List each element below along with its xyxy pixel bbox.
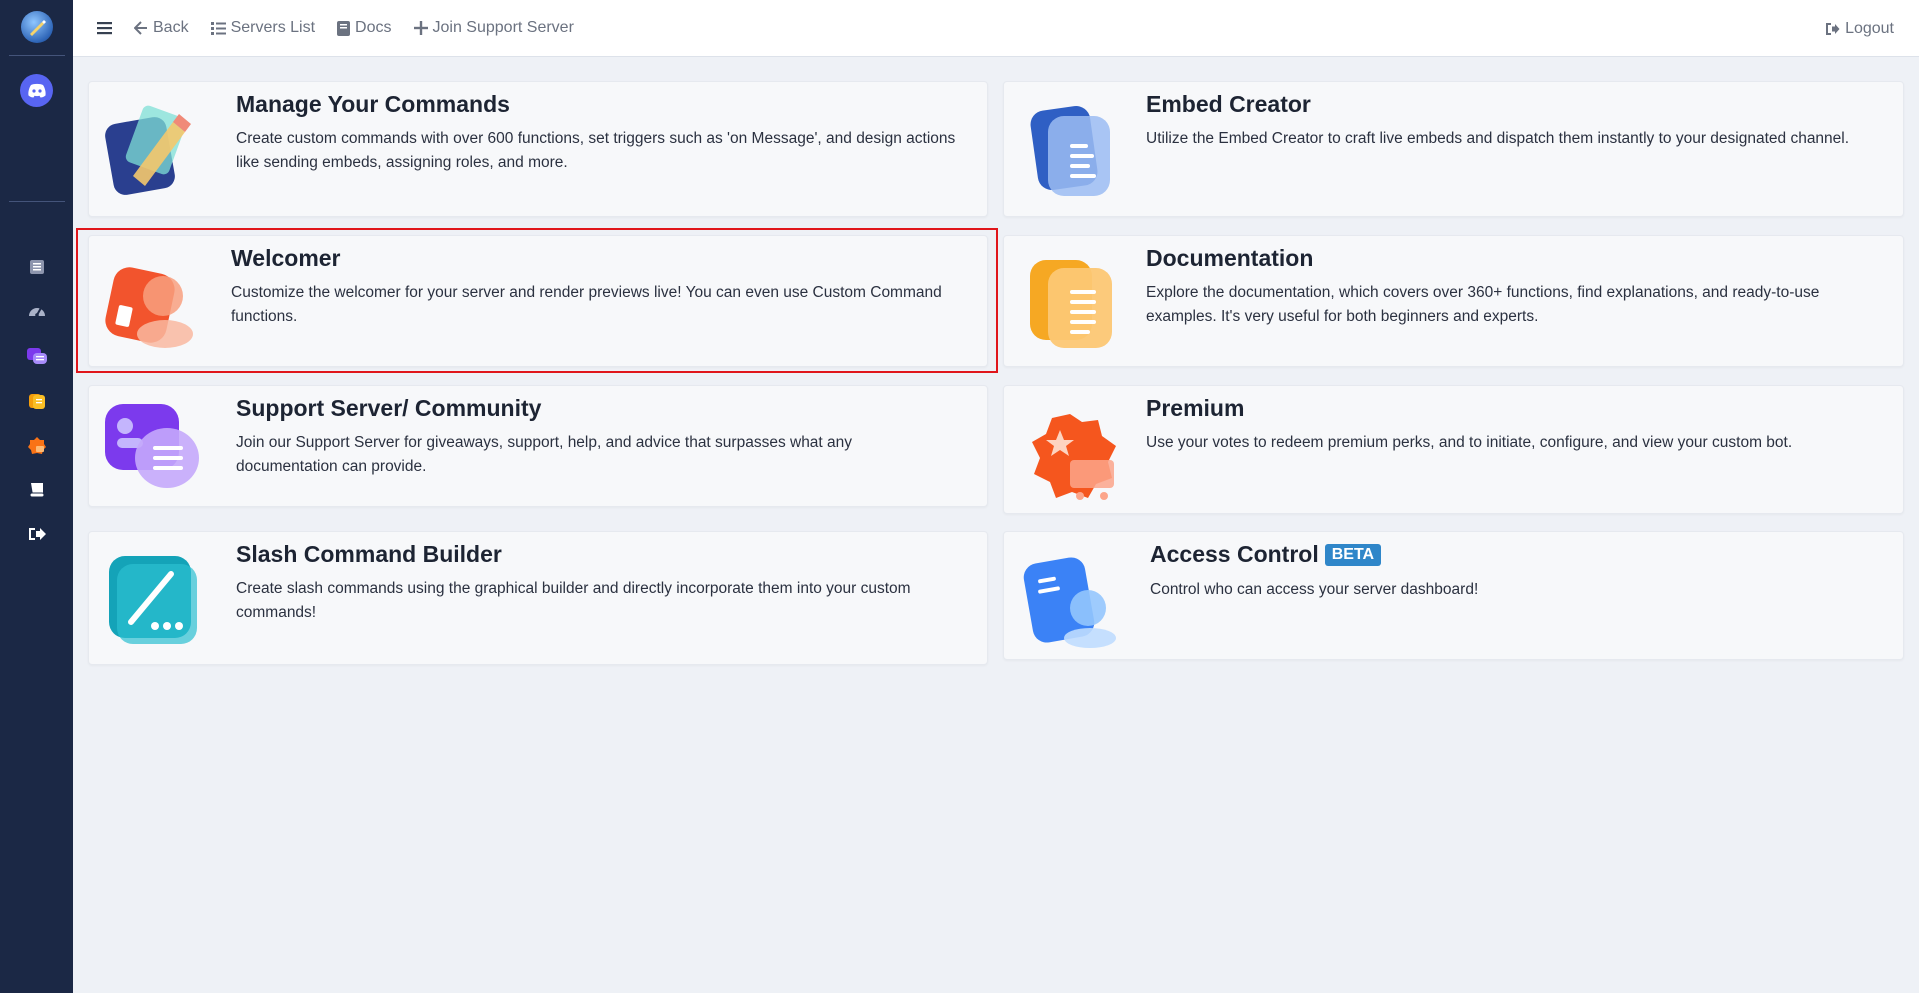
docs-label: Docs	[355, 19, 392, 36]
premium-badge-icon[interactable]	[26, 435, 48, 457]
notebook-icon[interactable]	[26, 256, 48, 278]
sign-out-icon	[1826, 22, 1840, 35]
card-description: Explore the documentation, which covers …	[1146, 284, 1820, 325]
documentation-icon	[1030, 260, 1112, 348]
card-description: Customize the welcomer for your server a…	[231, 284, 942, 325]
card-description: Use your votes to redeem premium perks, …	[1146, 434, 1793, 451]
card-title: Welcomer	[231, 245, 341, 271]
welcomer-user-icon	[105, 267, 193, 348]
servers-list-label: Servers List	[230, 19, 316, 36]
access-control-icon	[1023, 557, 1116, 648]
slash-command-icon	[109, 556, 197, 644]
list-icon	[210, 21, 226, 35]
join-support-server-link[interactable]: Join Support Server	[413, 19, 574, 37]
support-chat-icon	[105, 404, 199, 488]
sidebar-divider	[8, 201, 65, 202]
card-title: Manage Your Commands	[236, 91, 510, 117]
logout-link[interactable]: Logout	[1825, 0, 1894, 57]
plus-icon	[413, 21, 428, 35]
premium-badge-icon	[1032, 414, 1116, 500]
card-welcomer[interactable]: Welcomer Customize the welcomer for your…	[88, 235, 988, 367]
hamburger-icon	[97, 22, 112, 35]
card-embed-creator[interactable]: Embed Creator Utilize the Embed Creator …	[1003, 81, 1904, 217]
back-link[interactable]: Back	[134, 19, 189, 37]
support-chat-icon[interactable]	[26, 345, 48, 367]
card-description: Create custom commands with over 600 fun…	[236, 130, 956, 171]
card-access-control[interactable]: Access Control BETA Control who can acces…	[1003, 531, 1904, 660]
servers-list-link[interactable]: Servers List	[210, 19, 316, 37]
app-logo[interactable]	[20, 11, 53, 43]
card-documentation[interactable]: Documentation Explore the documentation,…	[1003, 235, 1904, 367]
dashboard-gauge-icon[interactable]	[26, 300, 48, 322]
card-title: Slash Command Builder	[236, 541, 502, 567]
card-premium[interactable]: Premium Use your votes to redeem premium…	[1003, 385, 1904, 514]
scroll-icon[interactable]	[26, 479, 48, 501]
card-manage-commands[interactable]: Manage Your Commands Create custom comma…	[88, 81, 988, 217]
card-description: Utilize the Embed Creator to craft live …	[1146, 130, 1850, 147]
card-title: Access Control	[1150, 541, 1319, 567]
sign-out-icon[interactable]	[26, 523, 48, 545]
join-support-server-label: Join Support Server	[432, 19, 574, 36]
embed-document-icon	[1030, 106, 1110, 196]
sidebar-divider	[8, 55, 65, 56]
discord-icon[interactable]	[20, 74, 53, 107]
pencil-ruler-icon	[105, 105, 191, 195]
book-icon	[337, 20, 351, 36]
card-title-wrapper: Access Control BETA	[1150, 541, 1382, 568]
sidebar	[0, 0, 73, 993]
card-title: Documentation	[1146, 245, 1314, 271]
card-title: Premium	[1146, 395, 1245, 421]
back-label: Back	[153, 19, 189, 36]
card-description: Create slash commands using the graphica…	[236, 580, 911, 621]
card-support-server[interactable]: Support Server/ Community Join our Suppo…	[88, 385, 988, 507]
card-title: Support Server/ Community	[236, 395, 542, 421]
card-description: Join our Support Server for giveaways, s…	[236, 434, 853, 475]
documentation-icon[interactable]	[26, 390, 48, 412]
card-slash-command-builder[interactable]: Slash Command Builder Create slash comma…	[88, 531, 988, 665]
card-description: Control who can access your server dashb…	[1150, 581, 1479, 598]
beta-badge: BETA	[1324, 544, 1382, 566]
logout-label: Logout	[1845, 19, 1894, 37]
menu-toggle-button[interactable]	[97, 21, 112, 35]
top-bar: Back Servers List Docs Join Support Serv…	[73, 0, 1919, 57]
arrow-left-icon	[134, 21, 147, 35]
card-title: Embed Creator	[1146, 91, 1311, 117]
docs-link[interactable]: Docs	[337, 19, 392, 37]
